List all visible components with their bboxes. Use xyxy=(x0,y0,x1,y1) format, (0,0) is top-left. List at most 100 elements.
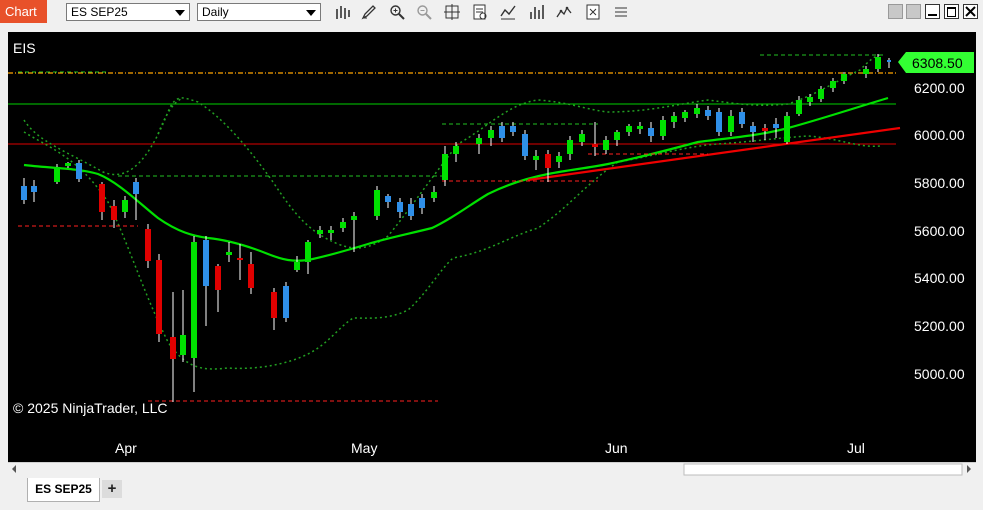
bollinger-upper-band[interactable] xyxy=(23,54,881,249)
candle-down[interactable] xyxy=(145,229,151,261)
minimize-icon[interactable] xyxy=(925,4,940,19)
candle-up[interactable] xyxy=(579,134,585,142)
crosshair-icon[interactable] xyxy=(443,3,461,21)
candle-down[interactable] xyxy=(510,126,516,132)
candle-down[interactable] xyxy=(170,337,176,359)
grid-icon[interactable] xyxy=(612,3,630,21)
candle-up[interactable] xyxy=(191,242,197,358)
candle-up[interactable] xyxy=(54,167,60,182)
candle-up[interactable] xyxy=(796,100,802,114)
candle-up[interactable] xyxy=(533,156,539,160)
candle-up[interactable] xyxy=(807,97,813,102)
candle-up[interactable] xyxy=(818,89,824,99)
candle-down[interactable] xyxy=(271,292,277,318)
app-chart-tab[interactable]: Chart xyxy=(0,0,47,23)
candle-up[interactable] xyxy=(442,154,448,180)
candle-up[interactable] xyxy=(660,120,666,136)
link-button[interactable] xyxy=(906,4,921,19)
candle-up[interactable] xyxy=(453,146,459,154)
candle-up[interactable] xyxy=(180,335,186,355)
candle-up[interactable] xyxy=(294,262,300,270)
bollinger-lower-band[interactable] xyxy=(23,131,881,370)
candle-up[interactable] xyxy=(226,252,232,255)
scroll-thumb[interactable] xyxy=(683,463,963,476)
price-axis[interactable]: 6200.00 6000.00 5800.00 5600.00 5400.00 … xyxy=(914,80,965,382)
candle-up[interactable] xyxy=(305,242,311,262)
candle-down[interactable] xyxy=(750,126,756,132)
candle-down[interactable] xyxy=(522,134,528,156)
price-chart-svg[interactable]: 6200.00 6000.00 5800.00 5600.00 5400.00 … xyxy=(8,32,976,462)
candle-up[interactable] xyxy=(694,108,700,114)
candle-up[interactable] xyxy=(614,132,620,140)
candle-down[interactable] xyxy=(705,110,711,116)
candle-up[interactable] xyxy=(351,216,357,220)
candle-up[interactable] xyxy=(431,192,437,198)
properties-icon[interactable] xyxy=(555,3,573,21)
candle-up[interactable] xyxy=(340,222,346,228)
candle-down[interactable] xyxy=(133,182,139,194)
candle-down[interactable] xyxy=(99,184,105,212)
strategies-icon[interactable] xyxy=(527,3,545,21)
candle-up[interactable] xyxy=(841,74,847,81)
candle-down[interactable] xyxy=(111,206,117,220)
candle-down[interactable] xyxy=(499,126,505,138)
candle-down[interactable] xyxy=(76,163,82,179)
candle-up[interactable] xyxy=(317,230,323,234)
candle-down[interactable] xyxy=(887,60,891,62)
candle-down[interactable] xyxy=(248,264,254,288)
candle-up[interactable] xyxy=(488,130,494,138)
candle-up[interactable] xyxy=(863,69,869,74)
candle-up[interactable] xyxy=(567,140,573,154)
tab-es-sep25[interactable]: ES SEP25 xyxy=(27,478,100,502)
templates-icon[interactable] xyxy=(584,3,602,21)
time-axis[interactable]: Apr May Jun Jul xyxy=(115,440,865,456)
bar-type-icon[interactable] xyxy=(333,3,351,21)
candle-down[interactable] xyxy=(385,196,391,202)
scroll-right-icon[interactable] xyxy=(967,465,971,473)
candle-down[interactable] xyxy=(545,154,551,168)
close-icon[interactable] xyxy=(963,4,978,19)
candle-up[interactable] xyxy=(784,116,790,142)
indicators-icon[interactable] xyxy=(499,3,517,21)
price-chart-panel[interactable]: 6200.00 6000.00 5800.00 5600.00 5400.00 … xyxy=(8,32,976,462)
candle-up[interactable] xyxy=(556,156,562,162)
candle-down[interactable] xyxy=(203,240,209,286)
candle-down[interactable] xyxy=(739,112,745,124)
candle-down[interactable] xyxy=(773,124,779,128)
candlesticks[interactable] xyxy=(21,54,891,402)
candle-down[interactable] xyxy=(408,204,414,216)
candle-down[interactable] xyxy=(397,202,403,212)
candle-up[interactable] xyxy=(122,200,128,212)
candle-up[interactable] xyxy=(65,163,71,166)
maximize-icon[interactable] xyxy=(944,4,959,19)
add-tab-button[interactable]: + xyxy=(102,480,122,498)
instrument-selector[interactable]: ES SEP25 xyxy=(66,3,190,21)
candle-up[interactable] xyxy=(671,116,677,122)
candle-down[interactable] xyxy=(716,112,722,132)
candle-down[interactable] xyxy=(31,186,37,192)
candle-up[interactable] xyxy=(682,112,688,118)
horizontal-scrollbar[interactable] xyxy=(8,462,976,476)
candle-up[interactable] xyxy=(830,81,836,88)
candle-up[interactable] xyxy=(476,138,482,144)
candle-down[interactable] xyxy=(283,286,289,318)
candle-up[interactable] xyxy=(626,126,632,132)
candle-down[interactable] xyxy=(21,186,27,200)
candle-down[interactable] xyxy=(762,128,768,131)
data-box-icon[interactable] xyxy=(471,3,489,21)
minimize-to-workspace-button[interactable] xyxy=(888,4,903,19)
zoom-out-icon[interactable] xyxy=(415,3,433,21)
candle-down[interactable] xyxy=(592,144,598,147)
draw-pencil-icon[interactable] xyxy=(360,3,378,21)
candle-up[interactable] xyxy=(374,190,380,216)
candle-down[interactable] xyxy=(419,198,425,208)
bollinger-upper-peak[interactable] xyxy=(157,97,184,135)
interval-selector[interactable]: Daily xyxy=(197,3,321,21)
candle-down[interactable] xyxy=(215,266,221,290)
candle-up[interactable] xyxy=(328,230,334,233)
candle-down[interactable] xyxy=(156,260,162,334)
zoom-in-icon[interactable] xyxy=(388,3,406,21)
candle-up[interactable] xyxy=(637,126,643,129)
candle-down[interactable] xyxy=(237,258,243,260)
sma-fast-line[interactable] xyxy=(23,96,889,262)
